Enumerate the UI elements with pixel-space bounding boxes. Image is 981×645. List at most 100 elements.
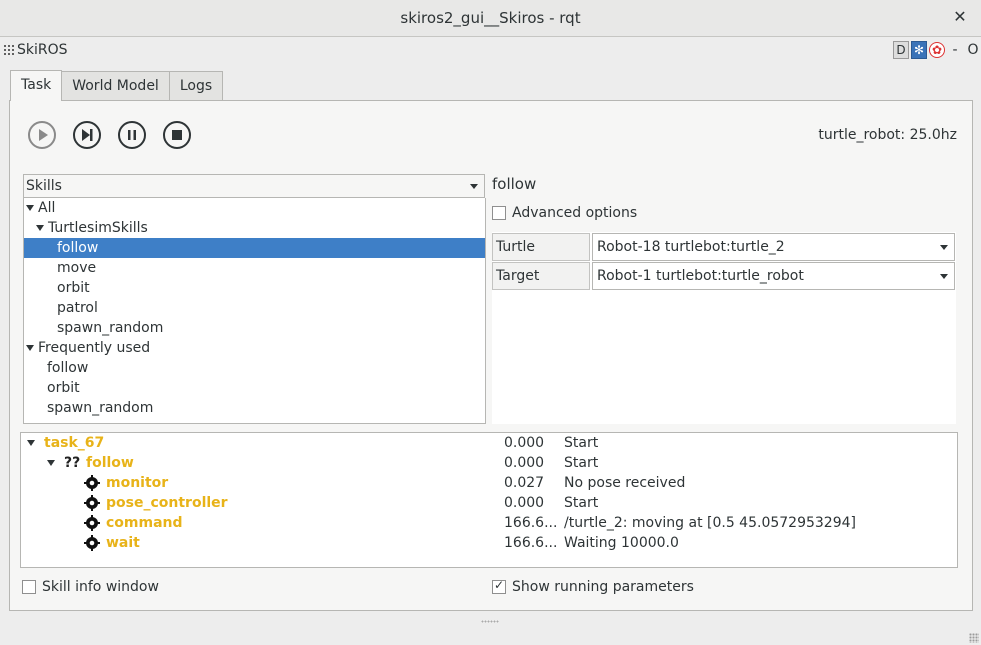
tree-item-label: TurtlesimSkills <box>48 220 148 236</box>
task-name: wait <box>106 535 140 551</box>
param-label: Turtle <box>492 233 590 261</box>
drag-handle-icon[interactable] <box>3 44 15 56</box>
pause-button[interactable] <box>118 121 146 149</box>
step-icon <box>82 129 93 141</box>
tree-item-move[interactable]: move <box>57 258 96 278</box>
plugin-title: SkiROS <box>17 42 68 58</box>
task-message: Start <box>564 495 599 511</box>
advanced-options-checkbox[interactable]: Advanced options <box>492 205 637 221</box>
gear-icon <box>84 495 100 511</box>
task-message: No pose received <box>564 475 686 491</box>
resize-grip-icon[interactable] <box>969 633 979 643</box>
step-button[interactable] <box>73 121 101 149</box>
tree-item-label: Frequently used <box>38 340 151 356</box>
tree-item-label: All <box>38 200 56 216</box>
play-button[interactable] <box>28 121 56 149</box>
stop-button[interactable] <box>163 121 191 149</box>
task-value: 166.6... <box>504 535 558 551</box>
window-titlebar: skiros2_gui__Skiros - rqt ✕ <box>0 0 981 37</box>
skill-tree[interactable]: All TurtlesimSkills follow move orbit pa… <box>23 198 486 424</box>
tree-item-turtlesimskills[interactable]: TurtlesimSkills <box>24 218 485 238</box>
gear-icon <box>84 515 100 531</box>
gear-icon <box>84 535 100 551</box>
play-icon <box>39 129 48 141</box>
window-title: skiros2_gui__Skiros - rqt <box>400 9 581 27</box>
tree-item-spawn-random[interactable]: spawn_random <box>57 318 163 338</box>
task-row[interactable]: wait 166.6... Waiting 10000.0 <box>21 533 957 553</box>
task-message: Start <box>564 455 599 471</box>
task-row[interactable]: ?? follow 0.000 Start <box>21 453 957 473</box>
dynamic-reconfigure-icon[interactable]: D <box>893 41 909 59</box>
task-name: pose_controller <box>106 495 228 511</box>
skills-combobox[interactable]: Skills <box>23 174 485 198</box>
expand-arrow-icon[interactable] <box>47 460 55 466</box>
tree-item-patrol[interactable]: patrol <box>57 298 98 318</box>
turtle-select[interactable]: Robot-18 turtlebot:turtle_2 <box>592 233 955 261</box>
skill-info-window-label: Skill info window <box>42 579 159 595</box>
skill-info-window-checkbox[interactable]: Skill info window <box>22 579 159 595</box>
tab-world-model[interactable]: World Model <box>61 71 170 100</box>
chevron-down-icon <box>470 184 478 189</box>
param-row-turtle: Turtle Robot-18 turtlebot:turtle_2 <box>492 233 956 261</box>
plugin-icons: D ✻ ✿ - O <box>893 41 981 59</box>
help-icon[interactable]: ✿ <box>929 42 945 58</box>
tree-item-orbit[interactable]: orbit <box>47 378 80 398</box>
skill-title: follow <box>492 175 537 193</box>
task-row[interactable]: command 166.6... /turtle_2: moving at [0… <box>21 513 957 533</box>
expand-arrow-icon[interactable] <box>26 345 34 351</box>
float-button[interactable]: O <box>965 42 981 58</box>
minimize-button[interactable]: - <box>947 42 963 58</box>
task-tree[interactable]: task_67 0.000 Start ?? follow 0.000 Star… <box>20 432 958 568</box>
checkbox-icon[interactable] <box>22 580 36 594</box>
tab-logs[interactable]: Logs <box>168 71 224 100</box>
chevron-down-icon <box>940 274 948 279</box>
task-row[interactable]: pose_controller 0.000 Start <box>21 493 957 513</box>
show-running-parameters-checkbox[interactable]: Show running parameters <box>492 578 694 595</box>
task-name: command <box>106 515 183 531</box>
splitter-handle[interactable] <box>481 620 499 623</box>
target-select-value: Robot-1 turtlebot:turtle_robot <box>597 268 804 284</box>
expand-arrow-icon[interactable] <box>26 205 34 211</box>
parameter-table: Turtle Robot-18 turtlebot:turtle_2 Targe… <box>492 232 956 424</box>
expand-arrow-icon[interactable] <box>27 440 35 446</box>
task-row[interactable]: task_67 0.000 Start <box>21 433 957 453</box>
tree-item-follow[interactable]: follow <box>47 358 88 378</box>
tree-item-all[interactable]: All <box>24 198 485 218</box>
task-message: /turtle_2: moving at [0.5 45.0572953294] <box>564 515 856 531</box>
task-message: Waiting 10000.0 <box>564 535 679 551</box>
robot-rate: turtle_robot: 25.0hz <box>818 127 957 143</box>
param-row-target: Target Robot-1 turtlebot:turtle_robot <box>492 262 956 290</box>
tab-bar: Task World Model Logs <box>10 70 224 101</box>
tree-item-spawn-random[interactable]: spawn_random <box>47 398 153 418</box>
tree-item-frequently-used[interactable]: Frequently used <box>24 338 485 358</box>
chevron-down-icon <box>940 245 948 250</box>
tree-item-follow[interactable]: follow <box>24 238 485 258</box>
task-value: 0.000 <box>504 455 545 471</box>
param-label: Target <box>492 262 590 290</box>
gear-icon <box>84 475 100 491</box>
task-name: monitor <box>106 475 169 491</box>
task-name: follow <box>86 455 134 471</box>
pause-icon <box>128 130 136 140</box>
target-select[interactable]: Robot-1 turtlebot:turtle_robot <box>592 262 955 290</box>
tab-task[interactable]: Task <box>10 70 63 101</box>
task-value: 0.027 <box>504 475 545 491</box>
task-message: Start <box>564 435 599 451</box>
task-value: 0.000 <box>504 495 545 511</box>
show-running-parameters-label: Show running parameters <box>512 579 694 595</box>
task-name: task_67 <box>44 435 105 451</box>
unknown-status-icon: ?? <box>64 455 81 471</box>
stop-icon <box>172 130 182 140</box>
tree-item-orbit[interactable]: orbit <box>57 278 90 298</box>
skills-combobox-value: Skills <box>26 178 62 194</box>
plugin-bar: SkiROS D ✻ ✿ - O <box>0 37 981 63</box>
settings-icon[interactable]: ✻ <box>911 41 927 59</box>
turtle-select-value: Robot-18 turtlebot:turtle_2 <box>597 239 785 255</box>
task-value: 0.000 <box>504 435 545 451</box>
expand-arrow-icon[interactable] <box>36 225 44 231</box>
advanced-options-label: Advanced options <box>512 205 638 221</box>
checkbox-icon[interactable] <box>492 206 506 220</box>
close-icon[interactable]: ✕ <box>951 8 969 26</box>
task-row[interactable]: monitor 0.027 No pose received <box>21 473 957 493</box>
checkbox-checked-icon[interactable] <box>492 578 506 594</box>
